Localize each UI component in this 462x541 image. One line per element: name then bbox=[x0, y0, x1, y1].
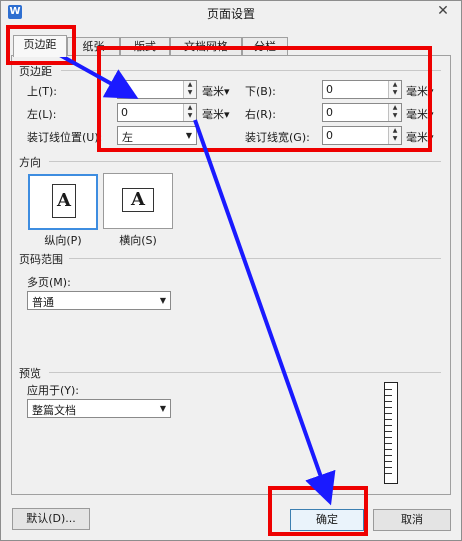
page-range-group-line bbox=[69, 258, 441, 259]
bottom-margin-spinner[interactable]: 0 ▲ ▼ bbox=[322, 80, 402, 99]
gutter-width-label: 装订线宽(G): bbox=[245, 131, 310, 144]
multi-page-label: 多页(M): bbox=[27, 276, 71, 289]
preview-page bbox=[384, 382, 398, 484]
left-margin-value: 0 bbox=[121, 106, 128, 119]
gutter-position-value: 左 bbox=[122, 131, 133, 144]
landscape-page-icon: A bbox=[122, 188, 154, 212]
orientation-group-title: 方向 bbox=[19, 154, 44, 170]
bottom-margin-value: 0 bbox=[326, 83, 333, 96]
tab-columns[interactable]: 分栏 bbox=[242, 37, 288, 56]
right-margin-label: 右(R): bbox=[245, 108, 276, 121]
spin-down-icon[interactable]: ▼ bbox=[184, 112, 196, 120]
dropdown-arrow-icon: ▼ bbox=[159, 404, 166, 413]
tab-margins[interactable]: 页边距 bbox=[13, 35, 67, 57]
spin-down-icon[interactable]: ▼ bbox=[389, 89, 401, 97]
orientation-group-line bbox=[49, 161, 441, 162]
margins-group-line bbox=[61, 70, 441, 71]
gutter-position-label: 装订线位置(U): bbox=[27, 131, 103, 144]
spin-down-icon[interactable]: ▼ bbox=[184, 89, 196, 97]
top-margin-value: 0 bbox=[121, 83, 128, 96]
multi-page-select[interactable]: 普通 ▼ bbox=[27, 291, 171, 310]
gutter-width-value: 0 bbox=[326, 129, 333, 142]
dialog-title: 页面设置 bbox=[206, 7, 255, 21]
left-margin-label: 左(L): bbox=[27, 108, 57, 121]
default-button[interactable]: 默认(D)... bbox=[12, 508, 90, 530]
multi-page-value: 普通 bbox=[32, 296, 54, 309]
ok-button[interactable]: 确定 bbox=[290, 509, 364, 531]
cancel-button[interactable]: 取消 bbox=[373, 509, 451, 531]
portrait-option[interactable]: A bbox=[28, 174, 98, 230]
dropdown-arrow-icon: ▼ bbox=[185, 131, 192, 140]
preview-group-line bbox=[49, 372, 441, 373]
gutter-width-spinner[interactable]: 0 ▲ ▼ bbox=[322, 126, 402, 145]
spin-up-icon[interactable]: ▲ bbox=[184, 81, 196, 89]
tab-paper[interactable]: 纸张 bbox=[67, 37, 120, 56]
apply-to-select[interactable]: 整篇文档 ▼ bbox=[27, 399, 171, 418]
apply-to-value: 整篇文档 bbox=[32, 404, 76, 417]
tab-document-grid[interactable]: 文档网格 bbox=[170, 37, 242, 56]
gutter-width-unit[interactable]: 毫米▾ bbox=[406, 129, 434, 145]
left-margin-unit[interactable]: 毫米▾ bbox=[202, 106, 230, 122]
spin-down-icon[interactable]: ▼ bbox=[389, 135, 401, 143]
top-margin-unit[interactable]: 毫米▾ bbox=[202, 83, 230, 99]
portrait-page-icon: A bbox=[52, 184, 76, 218]
preview-group-title: 预览 bbox=[19, 365, 44, 381]
right-margin-spinner[interactable]: 0 ▲ ▼ bbox=[322, 103, 402, 122]
top-margin-label: 上(T): bbox=[27, 85, 58, 98]
landscape-label[interactable]: 横向(S) bbox=[103, 232, 173, 248]
page-range-group-title: 页码范围 bbox=[19, 251, 66, 267]
right-margin-value: 0 bbox=[326, 106, 333, 119]
close-button[interactable]: ✕ bbox=[431, 2, 455, 20]
margins-group-title: 页边距 bbox=[19, 63, 55, 79]
gutter-position-select[interactable]: 左 ▼ bbox=[117, 126, 197, 145]
dropdown-arrow-icon: ▼ bbox=[159, 296, 166, 305]
portrait-label[interactable]: 纵向(P) bbox=[28, 232, 98, 248]
spin-down-icon[interactable]: ▼ bbox=[389, 112, 401, 120]
bottom-margin-label: 下(B): bbox=[245, 85, 276, 98]
tab-layout[interactable]: 版式 bbox=[120, 37, 170, 56]
spin-up-icon[interactable]: ▲ bbox=[389, 81, 401, 89]
right-margin-unit[interactable]: 毫米▾ bbox=[406, 106, 434, 122]
page-setup-dialog: W 页面设置 ✕ 页边距 纸张 版式 文档网格 分栏 页边距 上(T): 0 ▲… bbox=[0, 0, 462, 541]
left-margin-spinner[interactable]: 0 ▲ ▼ bbox=[117, 103, 197, 122]
title-bar: W 页面设置 ✕ bbox=[1, 1, 461, 25]
apply-to-label: 应用于(Y): bbox=[27, 384, 80, 397]
top-margin-spinner[interactable]: 0 ▲ ▼ bbox=[117, 80, 197, 99]
bottom-margin-unit[interactable]: 毫米▾ bbox=[406, 83, 434, 99]
landscape-option[interactable]: A bbox=[103, 173, 173, 229]
spin-up-icon[interactable]: ▲ bbox=[389, 127, 401, 135]
spin-up-icon[interactable]: ▲ bbox=[389, 104, 401, 112]
spin-up-icon[interactable]: ▲ bbox=[184, 104, 196, 112]
